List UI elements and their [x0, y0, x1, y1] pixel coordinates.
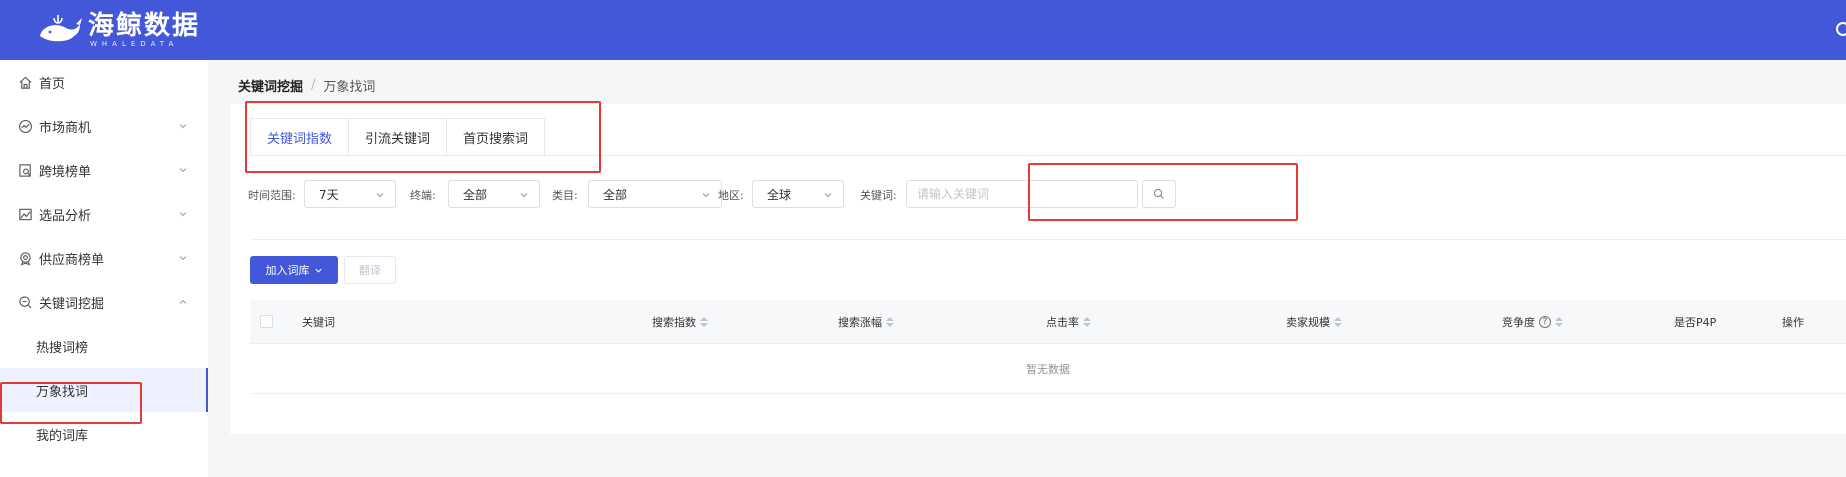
- whale-logo-icon: [40, 15, 82, 42]
- empty-text: 暂无数据: [1026, 362, 1070, 376]
- top-header: 海鲸数据 WHALEDATA: [0, 0, 1846, 60]
- filter-divider: [250, 239, 1846, 240]
- category-label: 类目:: [552, 189, 578, 202]
- chevron-up-icon: [179, 299, 187, 304]
- list-search-icon: [17, 162, 33, 178]
- table-empty-state: 暂无数据: [250, 344, 1846, 394]
- sidebar-subitem-label: 我的词库: [36, 428, 89, 444]
- col-competition-label: 竞争度: [1502, 316, 1535, 329]
- sidebar-item-crossborder[interactable]: 跨境榜单: [0, 148, 208, 192]
- logo[interactable]: 海鲸数据 WHALEDATA: [36, 12, 200, 48]
- content-card: 关键词指数 引流关键词 首页搜索词 时间范围: 7天 终端: 全部 类目: 全部…: [230, 104, 1846, 434]
- col-ops: 操作: [1782, 316, 1804, 329]
- region-select[interactable]: 全球: [752, 180, 844, 208]
- add-to-library-button[interactable]: 加入词库: [250, 256, 338, 284]
- col-ctr-label: 点击率: [1046, 316, 1079, 329]
- main-content: 关键词挖掘 / 万象找词 关键词指数 引流关键词 首页搜索词 时间范围: 7天 …: [208, 60, 1846, 477]
- sidebar: 首页 市场商机 跨境榜单 选品分析 供应商榜单 关键词挖掘 热搜词榜 万象找词 …: [0, 60, 208, 477]
- search-icon: [1153, 188, 1164, 199]
- help-icon[interactable]: ?: [1539, 316, 1551, 328]
- home-icon: [17, 74, 33, 90]
- chevron-down-icon: [179, 212, 187, 217]
- sidebar-item-keyword-mining[interactable]: 关键词挖掘: [0, 280, 208, 324]
- keyword-search-input[interactable]: [906, 180, 1138, 208]
- sidebar-item-label: 关键词挖掘: [39, 296, 105, 312]
- time-range-value: 7天: [319, 187, 339, 202]
- category-value: 全部: [603, 187, 628, 202]
- sidebar-subitem-word-finder[interactable]: 万象找词: [0, 368, 208, 412]
- filter-bar: 时间范围: 7天 终端: 全部 类目: 全部 地区: 全球 关键词:: [248, 180, 1448, 210]
- search-button[interactable]: [1142, 180, 1176, 208]
- sidebar-subitem-my-library[interactable]: 我的词库: [0, 412, 208, 456]
- keyword-label: 关键词:: [860, 189, 897, 202]
- tab-keyword-index[interactable]: 关键词指数: [250, 118, 350, 156]
- sidebar-subitem-label: 万象找词: [36, 384, 89, 400]
- logo-subtitle: WHALEDATA: [90, 40, 179, 48]
- sort-icon[interactable]: [1555, 317, 1563, 327]
- sidebar-item-home[interactable]: 首页: [0, 60, 208, 104]
- time-range-select[interactable]: 7天: [304, 180, 396, 208]
- trend-icon: [17, 118, 33, 134]
- breadcrumb-current: 万象找词: [323, 80, 376, 95]
- sidebar-subitem-hot-words[interactable]: 热搜词榜: [0, 324, 208, 368]
- sort-icon[interactable]: [700, 317, 708, 327]
- col-seller-scale[interactable]: 卖家规模: [1286, 314, 1342, 330]
- device-value: 全部: [463, 187, 488, 202]
- sidebar-item-supplier[interactable]: 供应商榜单: [0, 236, 208, 280]
- translate-button[interactable]: 翻译: [344, 256, 396, 284]
- image-chart-icon: [17, 206, 33, 222]
- col-keyword: 关键词: [302, 316, 335, 329]
- tabs-divider: [250, 155, 1846, 156]
- add-to-library-label: 加入词库: [265, 264, 310, 277]
- col-search-growth-label: 搜索涨幅: [838, 316, 882, 329]
- supplier-icon: [17, 250, 33, 266]
- breadcrumb: 关键词挖掘 / 万象找词: [238, 76, 375, 95]
- col-competition[interactable]: 竞争度 ?: [1502, 314, 1563, 330]
- category-select[interactable]: 全部: [588, 180, 722, 208]
- sidebar-item-label: 选品分析: [39, 208, 92, 224]
- region-value: 全球: [767, 187, 792, 202]
- user-icon[interactable]: [1836, 22, 1846, 36]
- col-search-index[interactable]: 搜索指数: [652, 314, 708, 330]
- sidebar-item-label: 跨境榜单: [39, 164, 92, 180]
- table-header: 关键词 搜索指数 搜索涨幅 点击率 卖家规模 竞争度 ? 是否P4P 操作: [250, 300, 1846, 344]
- time-range-label: 时间范围:: [248, 189, 296, 202]
- device-select[interactable]: 全部: [448, 180, 540, 208]
- region-label: 地区:: [718, 189, 744, 202]
- chevron-down-icon: [179, 168, 187, 173]
- col-search-growth[interactable]: 搜索涨幅: [838, 314, 894, 330]
- chevron-down-icon: [376, 193, 384, 198]
- sidebar-item-label: 首页: [39, 76, 66, 92]
- sort-icon[interactable]: [886, 317, 894, 327]
- col-seller-scale-label: 卖家规模: [1286, 316, 1330, 329]
- sidebar-item-market[interactable]: 市场商机: [0, 104, 208, 148]
- search-icon: [17, 294, 33, 310]
- tab-homepage-search[interactable]: 首页搜索词: [447, 118, 546, 156]
- chevron-down-icon: [702, 193, 710, 198]
- sort-icon[interactable]: [1334, 317, 1342, 327]
- device-label: 终端:: [410, 189, 436, 202]
- sidebar-item-label: 市场商机: [39, 120, 92, 136]
- chevron-down-icon: [179, 124, 187, 129]
- tab-traffic-keywords[interactable]: 引流关键词: [349, 118, 448, 156]
- tab-bar: 关键词指数 引流关键词 首页搜索词: [250, 118, 546, 156]
- sidebar-subitem-label: 热搜词榜: [36, 340, 89, 356]
- col-ctr[interactable]: 点击率: [1046, 314, 1091, 330]
- chevron-down-icon: [824, 193, 832, 198]
- breadcrumb-parent[interactable]: 关键词挖掘: [238, 76, 303, 95]
- sidebar-item-product-analysis[interactable]: 选品分析: [0, 192, 208, 236]
- sidebar-item-label: 供应商榜单: [39, 252, 105, 268]
- chevron-down-icon: [179, 256, 187, 261]
- sort-icon[interactable]: [1083, 317, 1091, 327]
- select-all-checkbox[interactable]: [260, 315, 273, 328]
- col-search-index-label: 搜索指数: [652, 316, 696, 329]
- breadcrumb-separator: /: [311, 78, 316, 93]
- chevron-down-icon: [314, 268, 322, 273]
- col-p4p: 是否P4P: [1674, 316, 1717, 329]
- chevron-down-icon: [520, 193, 528, 198]
- logo-title: 海鲸数据: [88, 11, 201, 41]
